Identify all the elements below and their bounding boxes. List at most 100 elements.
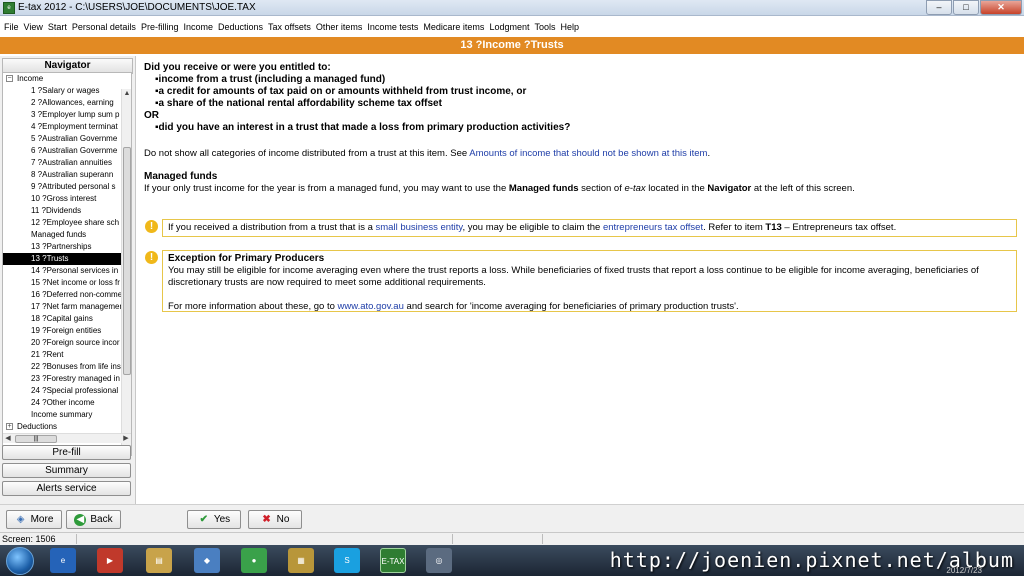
status-bar: Screen: 1506 — [0, 532, 1024, 545]
yes-button[interactable]: ✔ Yes — [187, 510, 241, 529]
explorer-icon[interactable]: ▦ — [288, 548, 314, 573]
sidebar-item[interactable]: 18 ?Capital gains — [3, 313, 122, 325]
amounts-not-shown-link[interactable]: Amounts of income that should not be sho… — [469, 148, 707, 159]
app-icon[interactable]: ◎ — [426, 548, 452, 573]
sidebar-item[interactable]: 13 ?Trusts — [3, 253, 122, 265]
status-separator — [542, 534, 543, 544]
menu-other-items[interactable]: Other items — [316, 22, 363, 32]
info-box-text: You may still be eligible for income ave… — [168, 265, 979, 288]
media-player-icon[interactable]: ▶ — [97, 548, 123, 573]
checkmark-icon: ✔ — [199, 513, 209, 525]
chrome-icon[interactable]: ● — [241, 548, 267, 573]
sidebar-item[interactable]: 4 ?Employment terminat — [3, 121, 122, 133]
sidebar-item[interactable]: 22 ?Bonuses from life ins — [3, 361, 122, 373]
scroll-right-icon[interactable]: ▶ — [121, 434, 131, 444]
ato-website-link[interactable]: www.ato.gov.au — [338, 301, 404, 312]
sidebar-item[interactable]: 2 ?Allowances, earning — [3, 97, 122, 109]
scroll-thumb[interactable] — [123, 147, 131, 375]
entrepreneurs-tax-offset-link[interactable]: entrepreneurs tax offset — [603, 222, 703, 233]
close-button[interactable]: ✕ — [980, 0, 1022, 15]
sidebar-item[interactable]: 5 ?Australian Governme — [3, 133, 122, 145]
sidebar-item[interactable]: 20 ?Foreign source incor — [3, 337, 122, 349]
sidebar-item[interactable]: 14 ?Personal services in — [3, 265, 122, 277]
expand-icon[interactable]: + — [6, 423, 13, 430]
skype-icon[interactable]: S — [334, 548, 360, 573]
menu-view[interactable]: View — [24, 22, 43, 32]
sidebar-item[interactable]: 8 ?Australian superann — [3, 169, 122, 181]
more-button[interactable]: ◈ More — [6, 510, 62, 529]
sidebar-item[interactable]: Income summary — [3, 409, 122, 421]
window-controls: – □ ✕ — [925, 0, 1022, 15]
menu-income[interactable]: Income — [183, 22, 213, 32]
bullet-item: ▪income from a trust (including a manage… — [155, 74, 386, 85]
sidebar-item[interactable]: 16 ?Deferred non-comme — [3, 289, 122, 301]
navigator-panel: Navigator − Income 1 ?Salary or wages 2 ?… — [0, 56, 136, 504]
menu-income-tests[interactable]: Income tests — [367, 22, 418, 32]
menu-help[interactable]: Help — [560, 22, 579, 32]
sidebar-item[interactable]: 19 ?Foreign entities — [3, 325, 122, 337]
sidebar-item[interactable]: 11 ?Dividends — [3, 205, 122, 217]
menu-tax-offsets[interactable]: Tax offsets — [268, 22, 311, 32]
folder-icon[interactable]: ▤ — [146, 548, 172, 573]
menu-deductions[interactable]: Deductions — [218, 22, 263, 32]
bullet-item: ▪a credit for amounts of tax paid on or … — [155, 86, 527, 97]
tree-group-label: Income — [17, 74, 44, 83]
tree-horizontal-scrollbar[interactable]: ◀ ||| ▶ — [3, 433, 131, 443]
summary-button[interactable]: Summary — [2, 463, 131, 478]
managed-funds-heading: Managed funds — [144, 171, 218, 182]
menu-pre-filling[interactable]: Pre-filling — [141, 22, 179, 32]
sidebar-item[interactable]: 17 ?Net farm managemer — [3, 301, 122, 313]
menu-file[interactable]: File — [4, 22, 19, 32]
info-box-small-business: If you received a distribution from a tr… — [162, 219, 1017, 237]
screen-number: Screen: 1506 — [2, 534, 56, 544]
scroll-up-icon[interactable]: ▲ — [122, 89, 131, 99]
prefill-button[interactable]: Pre-fill — [2, 445, 131, 460]
sidebar-item[interactable]: 7 ?Australian annuities — [3, 157, 122, 169]
status-separator — [76, 534, 77, 544]
menu-personal-details[interactable]: Personal details — [72, 22, 136, 32]
tree-group-label: Deductions — [17, 422, 58, 431]
menu-start[interactable]: Start — [48, 22, 67, 32]
sidebar-item[interactable]: 13 ?Partnerships — [3, 241, 122, 253]
sidebar-item[interactable]: Managed funds — [3, 229, 122, 241]
internet-explorer-icon[interactable]: e — [50, 548, 76, 573]
tree-group-deductions[interactable]: + Deductions — [3, 421, 131, 433]
scroll-left-icon[interactable]: ◀ — [3, 434, 13, 444]
sidebar-item[interactable]: 3 ?Employer lump sum p — [3, 109, 122, 121]
bullet-item: ▪a share of the national rental affordab… — [155, 98, 442, 109]
no-button[interactable]: ✖ No — [248, 510, 302, 529]
note-paragraph: Do not show all categories of income dis… — [144, 148, 711, 159]
menu-tools[interactable]: Tools — [534, 22, 555, 32]
menu-lodgment[interactable]: Lodgment — [489, 22, 529, 32]
sidebar-item[interactable]: 12 ?Employee share sch — [3, 217, 122, 229]
sidebar-item[interactable]: 15 ?Net income or loss fr — [3, 277, 122, 289]
maximize-button[interactable]: □ — [953, 0, 979, 15]
navigator-tree: − Income 1 ?Salary or wages 2 ?Allowances… — [2, 72, 132, 456]
start-button[interactable] — [6, 547, 34, 575]
status-separator — [452, 534, 453, 544]
menu-medicare-items[interactable]: Medicare items — [423, 22, 484, 32]
collapse-icon[interactable]: − — [6, 75, 13, 82]
info-box-primary-producers: Exception for Primary Producers You may … — [162, 250, 1017, 312]
more-icon: ◈ — [16, 513, 25, 525]
tree-group-income[interactable]: − Income — [3, 73, 131, 85]
scroll-thumb[interactable]: ||| — [15, 435, 57, 443]
info-box-more: For more information about these, go to … — [168, 301, 739, 312]
minimize-button[interactable]: – — [926, 0, 952, 15]
sidebar-item[interactable]: 23 ?Forestry managed in — [3, 373, 122, 385]
back-arrow-icon: ◀ — [74, 513, 87, 526]
sidebar-item[interactable]: 9 ?Attributed personal s — [3, 181, 122, 193]
alerts-service-button[interactable]: Alerts service — [2, 481, 131, 496]
page-title: 13 ?Income ?Trusts — [0, 37, 1024, 54]
sidebar-item[interactable]: 21 ?Rent — [3, 349, 122, 361]
sidebar-item[interactable]: 24 ?Special professional — [3, 385, 122, 397]
small-business-entity-link[interactable]: small business entity — [376, 222, 463, 233]
etax-taskbar-icon[interactable]: E-TAX — [380, 548, 406, 573]
sidebar-item[interactable]: 6 ?Australian Governme — [3, 145, 122, 157]
sidebar-item[interactable]: 1 ?Salary or wages — [3, 85, 122, 97]
sidebar-item[interactable]: 24 ?Other income — [3, 397, 122, 409]
tree-vertical-scrollbar[interactable]: ▲ ▼ — [121, 89, 131, 447]
back-button[interactable]: ◀ Back — [66, 510, 121, 529]
app-icon[interactable]: ◆ — [194, 548, 220, 573]
sidebar-item[interactable]: 10 ?Gross interest — [3, 193, 122, 205]
